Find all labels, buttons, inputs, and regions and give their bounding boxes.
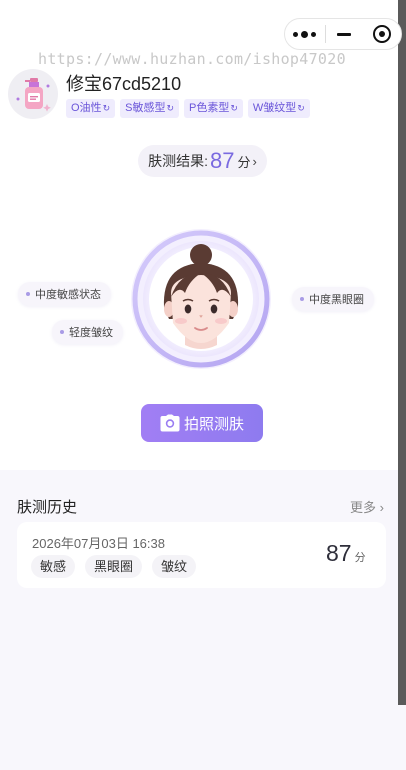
history-record-tags: 敏感 黑眼圈 皱纹	[31, 555, 197, 578]
history-record-score: 87 分	[326, 540, 366, 567]
history-more-link[interactable]: 更多 ›	[350, 497, 384, 516]
scrollbar[interactable]	[398, 0, 406, 705]
refresh-icon: ↻	[166, 103, 174, 113]
history-record-date: 2026年07月03日 16:38	[32, 536, 165, 551]
chip-mild-wrinkles[interactable]: 轻度皱纹	[52, 320, 123, 344]
close-mini-program-button[interactable]	[363, 19, 401, 49]
refresh-icon: ↻	[102, 103, 111, 113]
history-record-card[interactable]: 2026年07月03日 16:38 敏感 黑眼圈 皱纹 87 分	[17, 522, 386, 588]
take-photo-skin-test-button[interactable]: 拍照测肤	[141, 404, 263, 442]
bullet-dot-icon	[26, 292, 30, 296]
history-tag: 敏感	[31, 555, 76, 578]
user-name: 修宝67cd5210	[66, 74, 182, 94]
chip-moderate-dark-circles[interactable]: 中度黑眼圈	[292, 287, 374, 311]
skin-test-result-button[interactable]: 肤测结果: 87 分 ›	[138, 145, 267, 177]
lotion-bottle-icon	[16, 78, 51, 112]
skin-type-tag[interactable]: P色素型↻	[184, 99, 243, 118]
history-section-title: 肤测历史	[17, 499, 78, 516]
history-score-value: 87	[326, 540, 352, 566]
history-tag: 黑眼圈	[85, 555, 143, 578]
minimize-button[interactable]	[326, 19, 364, 49]
take-photo-label: 拍照测肤	[183, 415, 244, 433]
skin-type-tag[interactable]: W皱纹型↻	[247, 99, 310, 118]
chevron-right-icon: ›	[252, 153, 257, 169]
refresh-icon: ↻	[230, 103, 238, 113]
history-tag: 皱纹	[152, 555, 197, 578]
history-score-unit: 分	[354, 552, 366, 564]
result-unit: 分	[237, 154, 251, 170]
skin-type-tags: O油性↻ S敏感型↻ P色素型↻ W皱纹型↻	[66, 99, 310, 118]
refresh-icon: ↻	[297, 103, 305, 113]
skin-type-tag[interactable]: S敏感型↻	[120, 99, 179, 118]
target-icon	[373, 25, 392, 43]
watermark-text: https://www.huzhan.com/ishop47020	[38, 50, 346, 68]
skin-type-tag[interactable]: O油性↻	[66, 99, 116, 118]
face-illustration	[129, 227, 273, 371]
avatar[interactable]	[8, 69, 58, 119]
result-score: 87	[210, 148, 235, 173]
mini-program-capsule	[284, 18, 402, 50]
camera-icon	[160, 414, 180, 432]
bullet-dot-icon	[60, 330, 64, 334]
more-options-button[interactable]	[285, 19, 325, 49]
bullet-dot-icon	[300, 297, 304, 301]
chip-moderate-sensitivity[interactable]: 中度敏感状态	[18, 282, 111, 306]
result-label: 肤测结果:	[148, 153, 209, 169]
